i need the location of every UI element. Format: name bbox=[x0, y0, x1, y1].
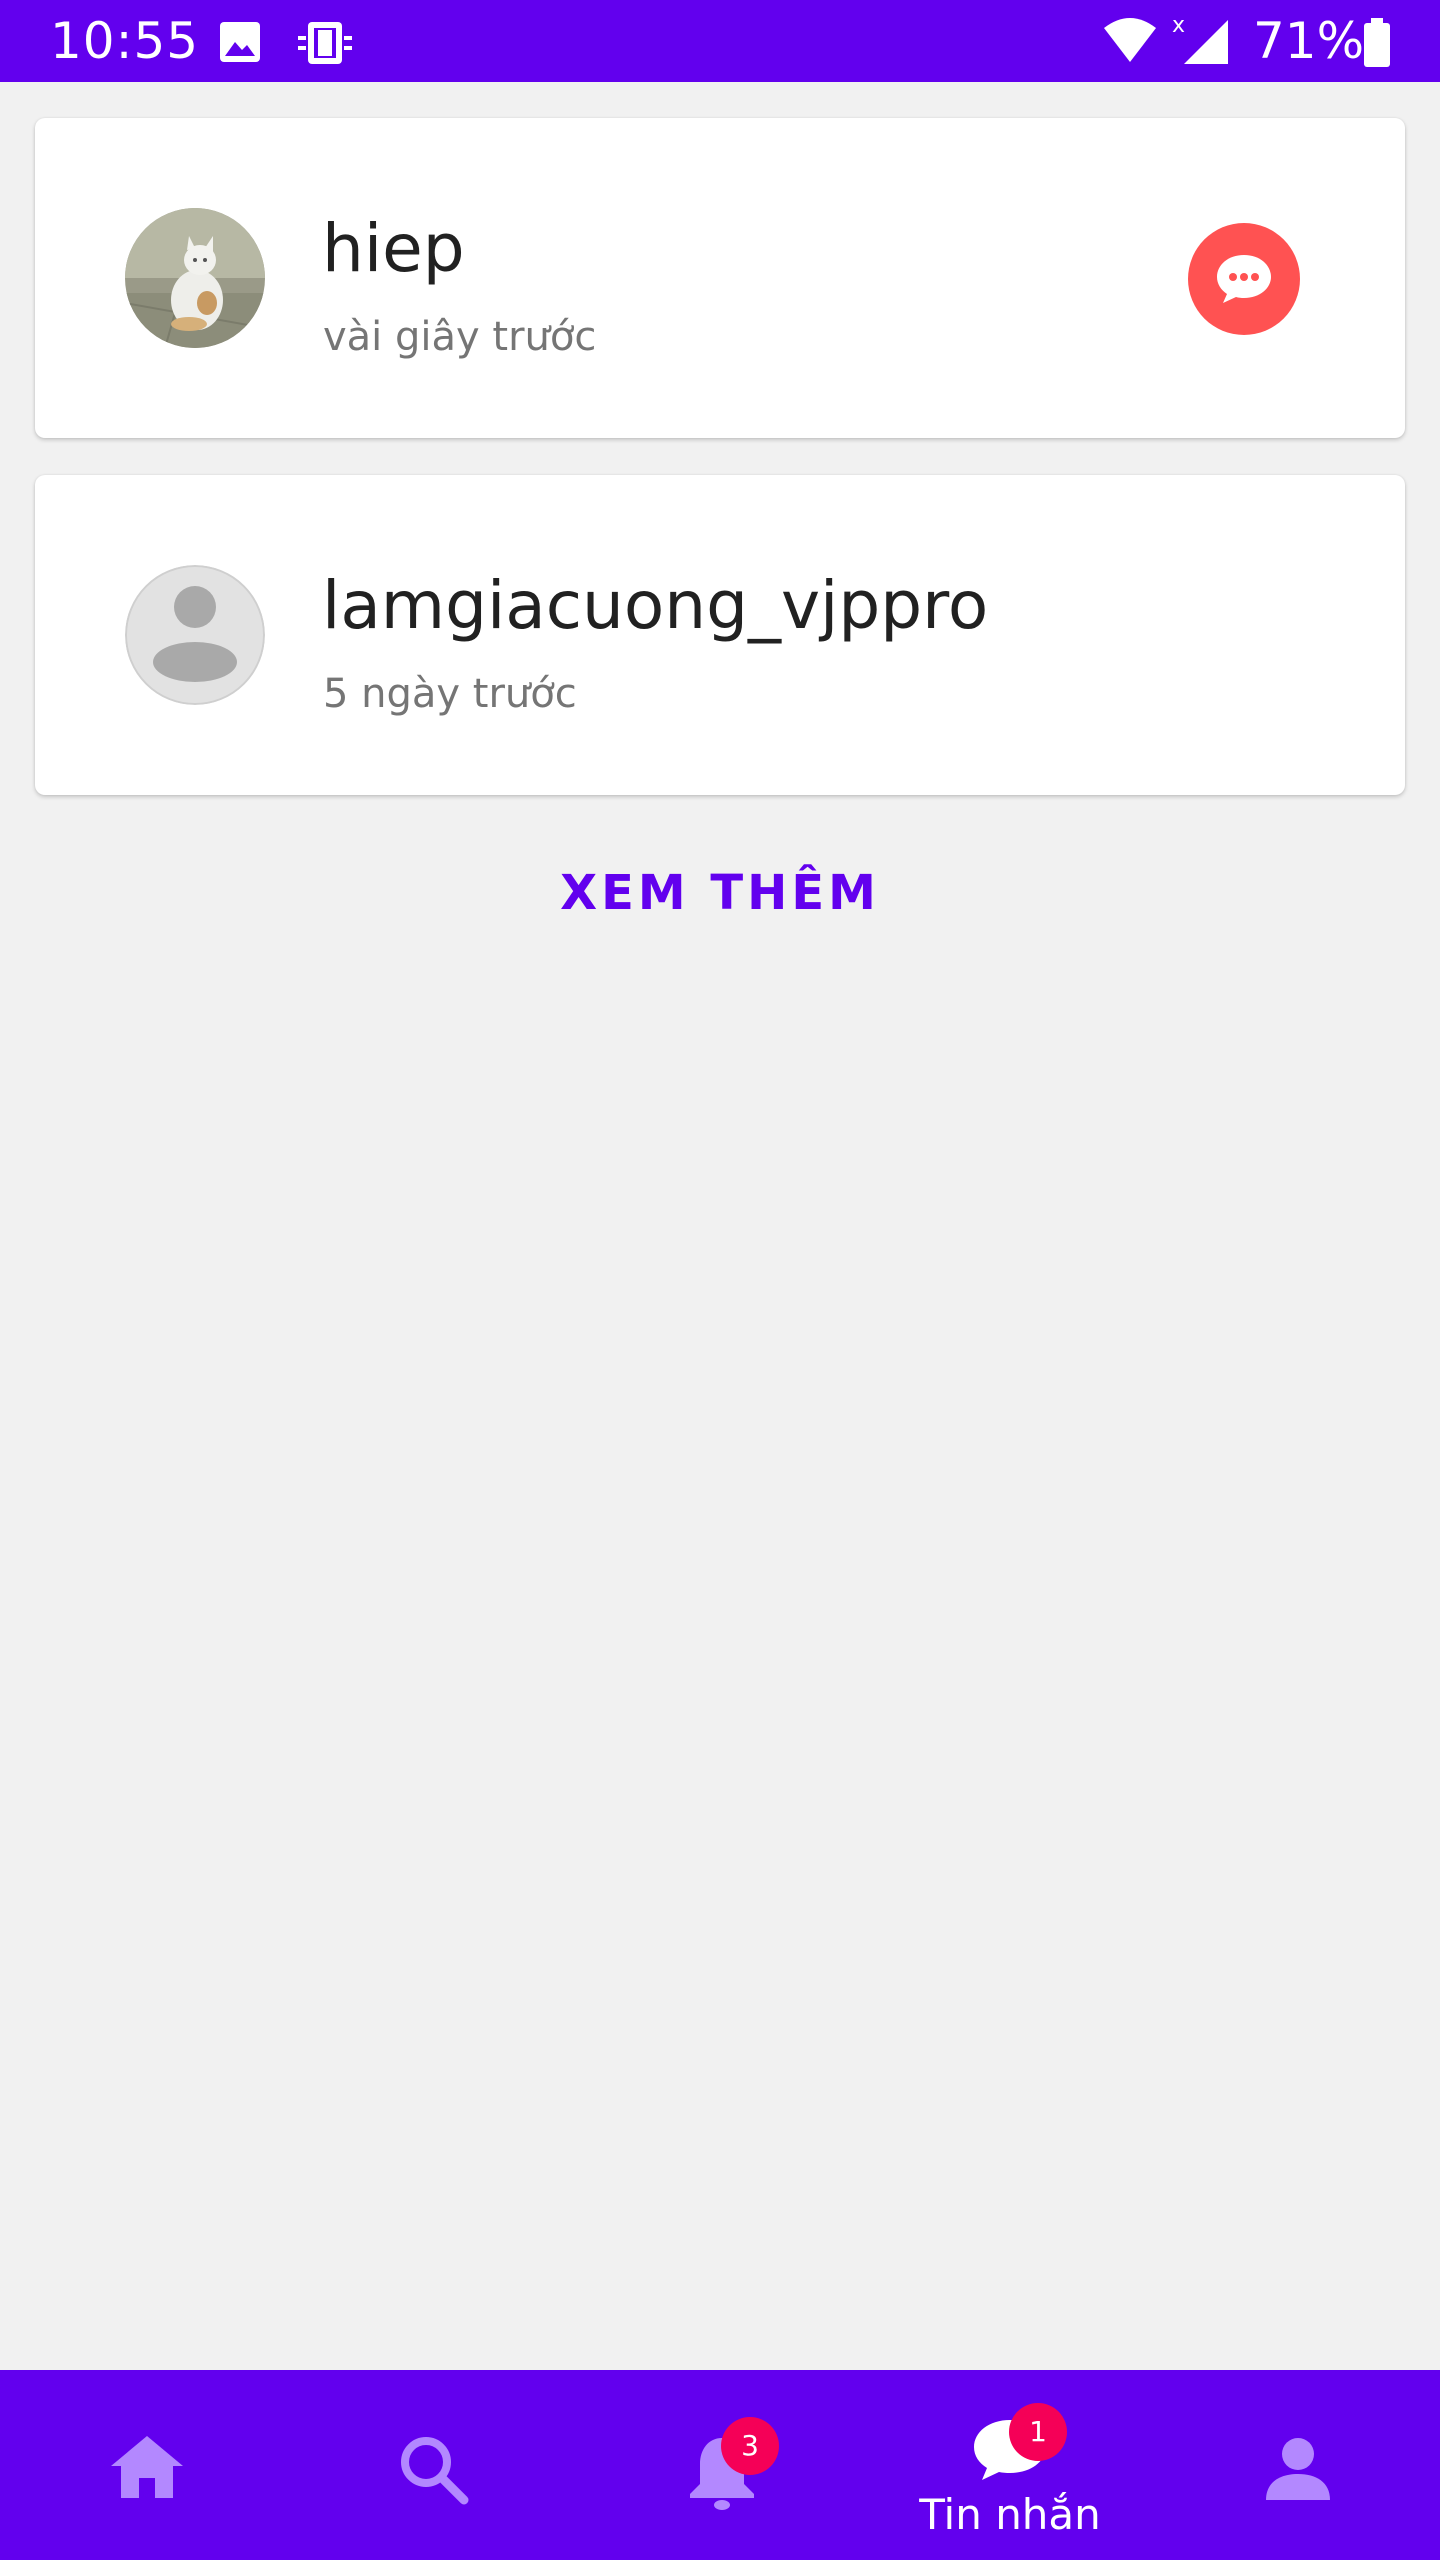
avatar bbox=[125, 565, 265, 705]
default-user-avatar-icon bbox=[125, 565, 265, 705]
search-icon bbox=[401, 2437, 469, 2505]
conversation-card[interactable]: lamgiacuong_vjppro 5 ngày trước bbox=[35, 475, 1405, 795]
avatar bbox=[125, 208, 265, 348]
home-icon bbox=[111, 2436, 183, 2498]
nav-item-profile[interactable] bbox=[1154, 2370, 1440, 2560]
nav-label-messages: Tin nhắn bbox=[919, 2490, 1101, 2539]
bottom-navigation: 3 1 Tin nhắn bbox=[0, 2370, 1440, 2560]
notification-count-badge: 3 bbox=[721, 2417, 779, 2475]
see-more-button[interactable]: XEM THÊM bbox=[0, 865, 1440, 921]
device-mirror-icon bbox=[298, 22, 352, 64]
svg-text:x: x bbox=[1172, 13, 1185, 38]
nav-item-search[interactable] bbox=[290, 2370, 578, 2560]
nav-item-messages[interactable]: 1 Tin nhắn bbox=[866, 2370, 1154, 2560]
message-count-badge: 1 bbox=[1009, 2403, 1067, 2461]
signal-icon: x bbox=[1172, 13, 1228, 64]
cat-photo-image bbox=[125, 208, 265, 348]
last-message-time: 5 ngày trước bbox=[323, 671, 577, 717]
status-time: 10:55 bbox=[50, 12, 200, 70]
person-icon bbox=[1266, 2438, 1330, 2500]
last-message-time: vài giây trước bbox=[323, 314, 597, 360]
battery-icon bbox=[1364, 18, 1390, 67]
status-bar: 10:55 x 71% bbox=[0, 0, 1440, 82]
chat-bubble-icon bbox=[1217, 255, 1271, 303]
image-icon bbox=[220, 22, 260, 62]
nav-item-notifications[interactable]: 3 bbox=[578, 2370, 866, 2560]
nav-item-home[interactable] bbox=[2, 2370, 290, 2560]
contact-name: lamgiacuong_vjppro bbox=[322, 567, 989, 644]
conversation-card[interactable]: hiep vài giây trước bbox=[35, 118, 1405, 438]
new-message-button[interactable] bbox=[1188, 223, 1300, 335]
wifi-icon bbox=[1104, 18, 1156, 62]
battery-percentage: 71% bbox=[1253, 12, 1365, 70]
contact-name: hiep bbox=[322, 210, 465, 287]
